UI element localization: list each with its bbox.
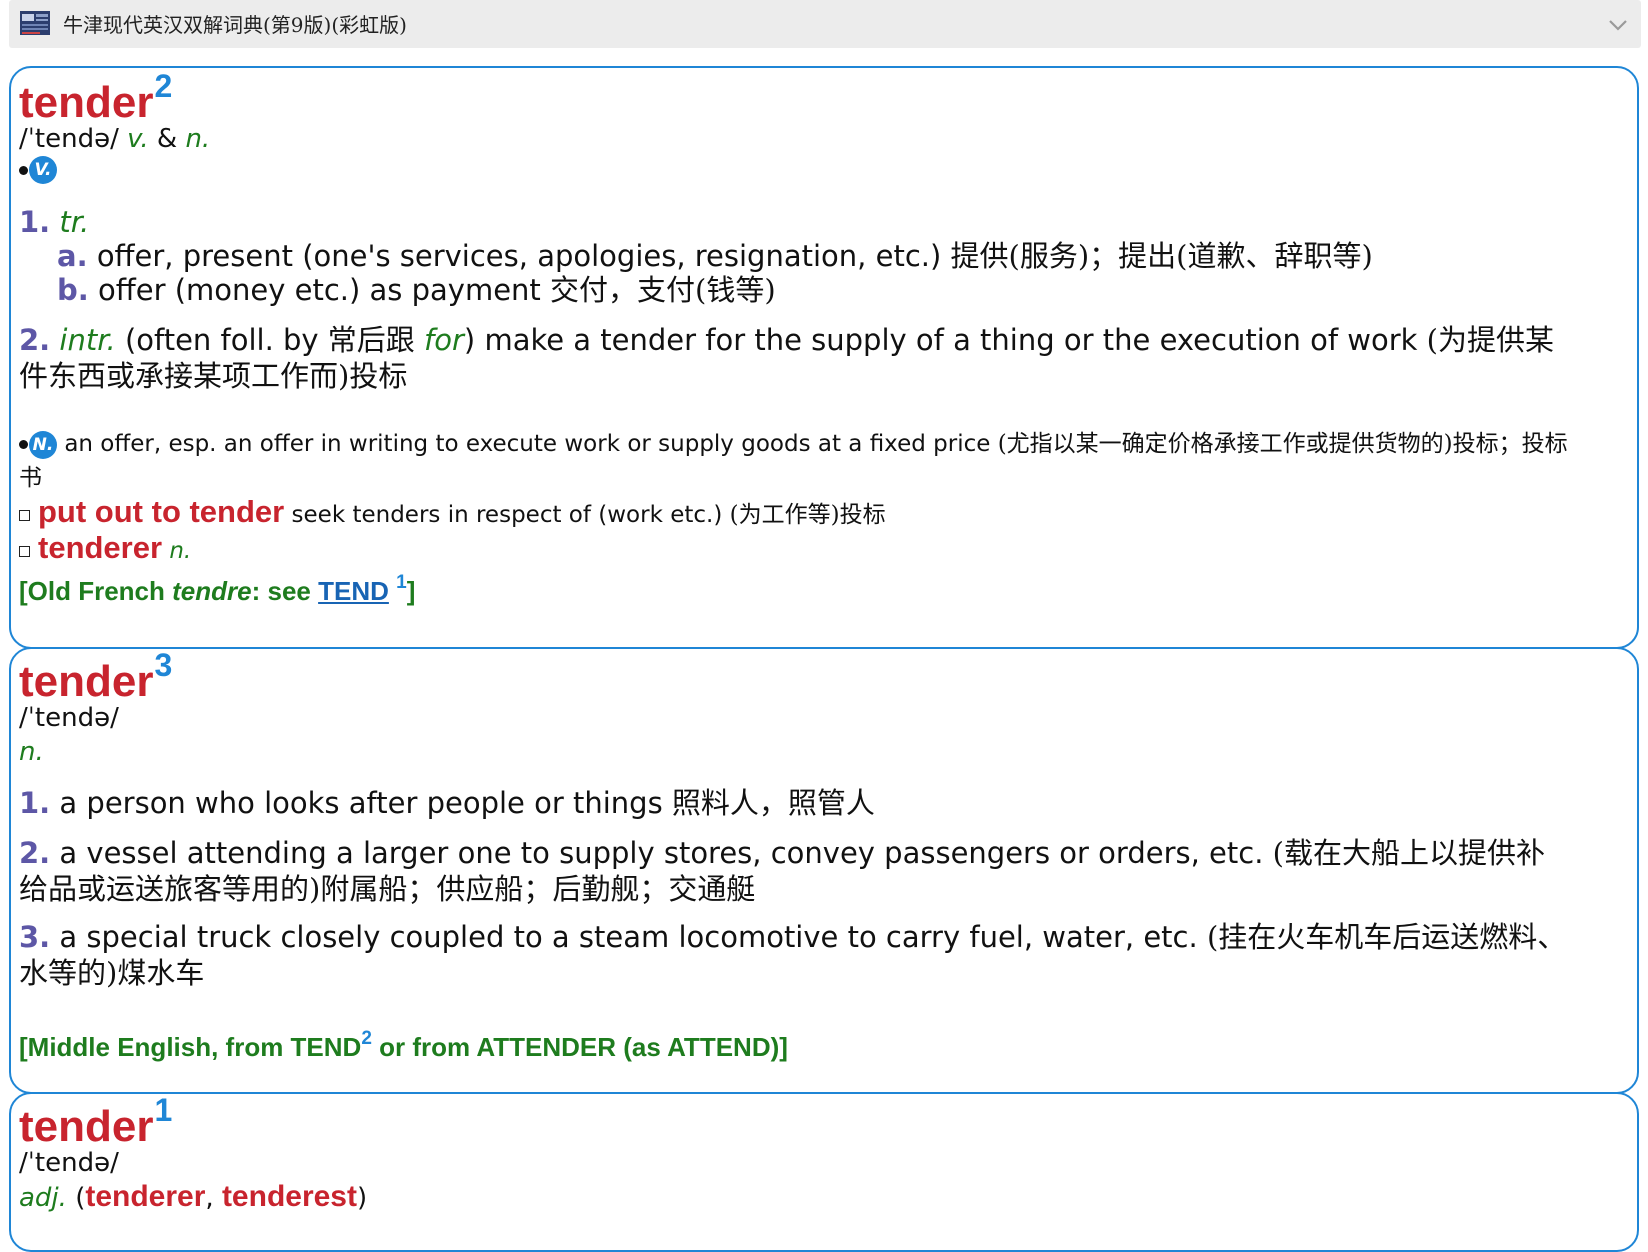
sense-2: 2. intr. (often foll. by 常后跟 for) make a… xyxy=(19,323,1554,393)
ampersand: & xyxy=(156,124,178,154)
dictionary-book-icon xyxy=(20,11,50,35)
sense-1: 1. tr. xyxy=(19,205,90,239)
adjective-forms: adj. (tenderer, tenderest) xyxy=(19,1180,368,1213)
phrase-put-out-to-tender: put out to tender seek tenders in respec… xyxy=(19,494,886,530)
entry-tender-2: tender2 /ˈtendə/ v. & n. V. 1. tr. a. of… xyxy=(9,66,1639,649)
noun-badge: N. xyxy=(29,430,57,459)
homograph-number: 2 xyxy=(154,68,173,104)
verb-marker: V. xyxy=(19,156,57,184)
cross-reference-link[interactable]: TEND xyxy=(318,576,389,606)
homograph-number: 1 xyxy=(154,1092,173,1128)
homograph-number: 3 xyxy=(154,647,173,683)
entry-tender-1: tender1 /ˈtendə/ adj. (tenderer, tendere… xyxy=(9,1092,1639,1252)
headword: tender1 xyxy=(19,1092,173,1151)
dictionary-selector[interactable]: 牛津现代英汉双解词典(第9版)(彩虹版) xyxy=(9,0,1641,48)
pronunciation: /ˈtendə/ xyxy=(19,703,119,733)
pos-noun: n. xyxy=(185,124,211,154)
pos-noun: n. xyxy=(19,737,44,767)
pronunciation: /ˈtendə/ xyxy=(19,124,119,154)
square-bullet-icon xyxy=(19,546,30,557)
derivative-tenderer: tenderer n. xyxy=(19,530,191,566)
square-bullet-icon xyxy=(19,510,30,521)
headword: tender3 xyxy=(19,647,173,706)
sense-3: 3. a special truck closely coupled to a … xyxy=(19,920,1567,990)
sense-1a: a. offer, present (one's services, apolo… xyxy=(57,239,1373,273)
pronunciation-line: /ˈtendə/ v. & n. xyxy=(19,124,210,154)
noun-sense: N. an offer, esp. an offer in writing to… xyxy=(19,430,1568,491)
pos-verb: v. xyxy=(127,124,149,154)
pronunciation: /ˈtendə/ xyxy=(19,1148,119,1178)
sense-1b: b. offer (money etc.) as payment 交付，支付(钱… xyxy=(57,273,776,307)
entry-tender-3: tender3 /ˈtendə/ n. 1. a person who look… xyxy=(9,647,1639,1094)
etymology: [Old French tendre: see TEND 1] xyxy=(19,572,416,606)
bullet-icon xyxy=(19,165,28,175)
verb-badge: V. xyxy=(29,156,57,184)
headword: tender2 xyxy=(19,68,173,127)
dictionary-title: 牛津现代英汉双解词典(第9版)(彩虹版) xyxy=(63,13,407,37)
bullet-icon xyxy=(19,440,28,449)
etymology: [Middle English, from TEND2 or from ATTE… xyxy=(19,1028,788,1062)
sense-1: 1. a person who looks after people or th… xyxy=(19,786,875,820)
sense-2: 2. a vessel attending a larger one to su… xyxy=(19,836,1545,906)
chevron-down-icon[interactable] xyxy=(1609,16,1627,31)
